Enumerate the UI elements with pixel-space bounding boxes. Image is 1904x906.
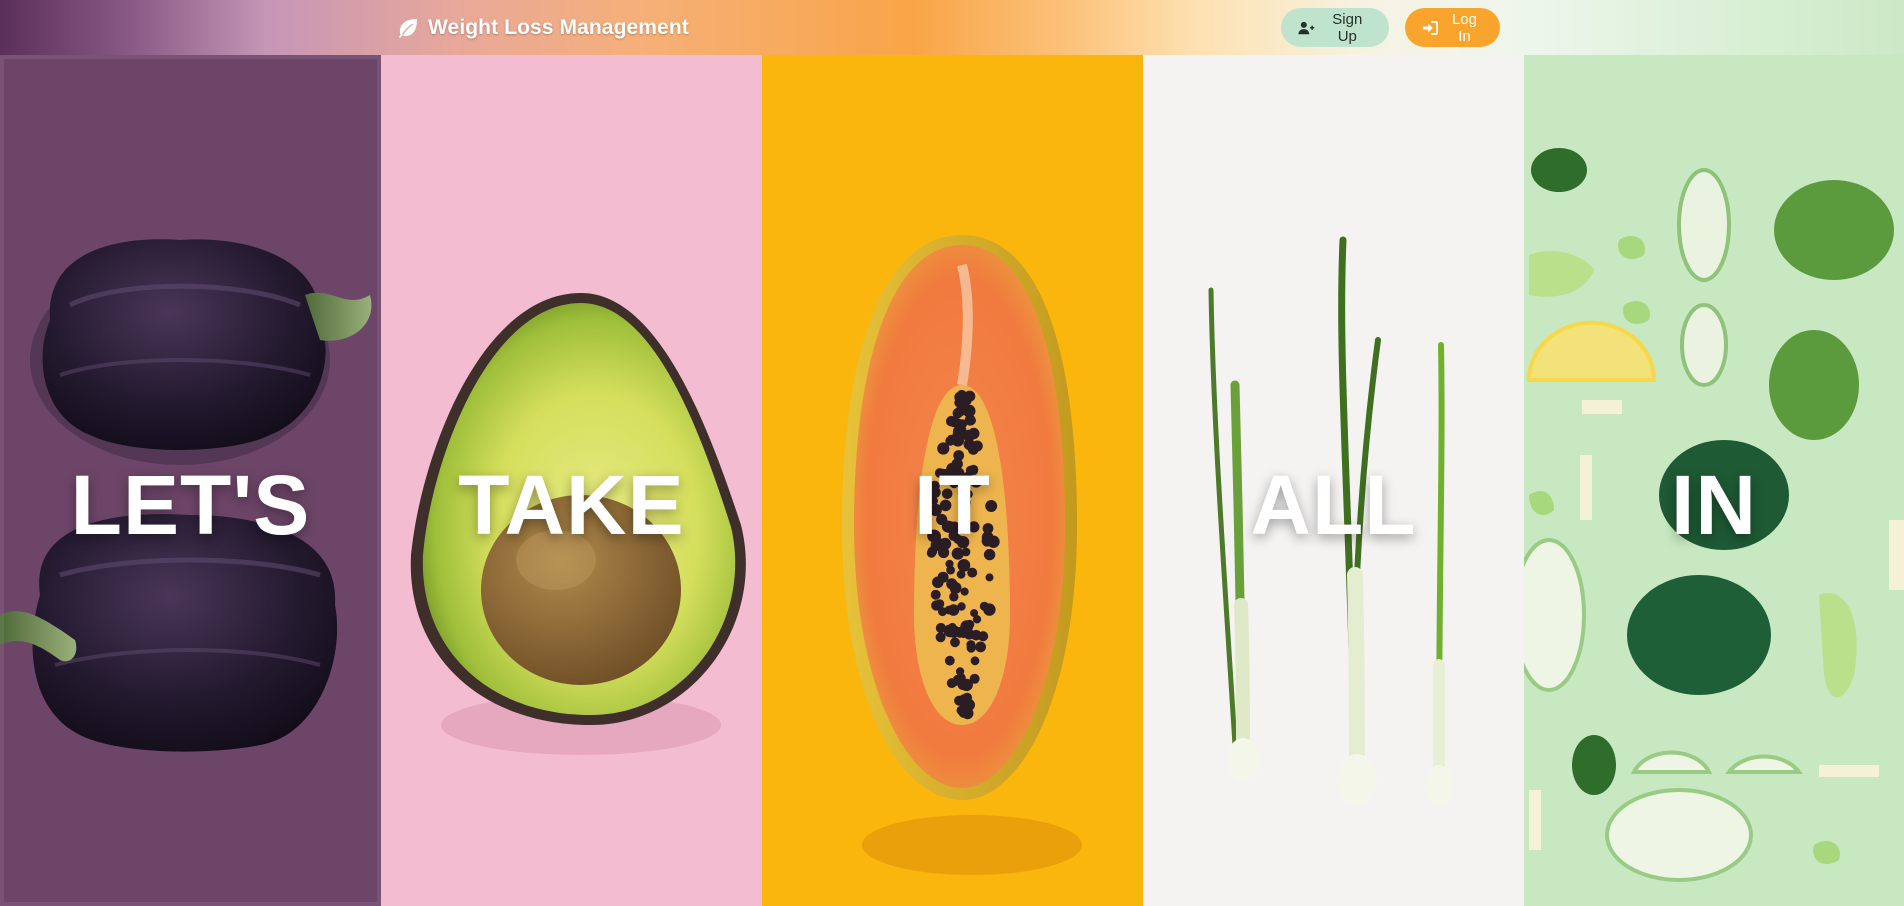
hero-panels: LET'S TAKE IT ALL IN <box>0 55 1904 906</box>
panel-in[interactable]: IN <box>1524 55 1904 906</box>
papaya-seed <box>952 548 964 560</box>
green-vegetables-image <box>1524 148 1904 882</box>
panel-all[interactable]: ALL <box>1143 55 1524 906</box>
papaya-seed <box>982 523 994 534</box>
papaya-seed <box>967 444 979 455</box>
papaya-seed <box>956 536 970 549</box>
papaya-seed <box>983 603 996 616</box>
papaya-seed <box>927 546 938 557</box>
papaya-seed <box>944 655 955 666</box>
signup-button[interactable]: Sign Up <box>1281 8 1389 47</box>
user-plus-icon <box>1298 21 1315 34</box>
papaya-seed <box>962 429 976 442</box>
papaya-seed <box>942 468 956 481</box>
papaya-seed <box>960 697 974 711</box>
papaya-seed <box>972 615 982 624</box>
papaya-seed <box>939 499 952 512</box>
papaya-seed <box>938 607 947 617</box>
papaya-seed <box>960 587 969 596</box>
papaya-seed <box>935 622 946 634</box>
papaya-seed <box>946 578 958 590</box>
papaya-seed <box>929 496 938 505</box>
papaya-seed <box>953 674 963 684</box>
papaya-seed <box>964 390 976 402</box>
papaya-seed <box>948 521 961 534</box>
spring-onion-image <box>1208 236 1453 806</box>
papaya-seed <box>970 656 980 666</box>
login-label: Log In <box>1451 10 1477 45</box>
papaya-seed <box>982 538 991 547</box>
avocado-image <box>410 293 746 755</box>
papaya-seed <box>957 419 968 429</box>
papaya-seed <box>948 622 957 632</box>
papaya-seed <box>941 488 953 500</box>
papaya-seed <box>929 480 940 491</box>
papaya-seed <box>958 627 969 639</box>
papaya-seed <box>945 436 955 446</box>
papaya-seed <box>985 500 998 512</box>
papaya-seed <box>964 489 973 499</box>
papaya-seed <box>949 592 959 602</box>
top-navbar: Weight Loss Management Sign Up Log In <box>0 0 1904 55</box>
papaya-image <box>842 235 1082 875</box>
papaya-seed <box>947 604 960 616</box>
leaf-icon <box>399 18 417 37</box>
papaya-seed <box>985 573 994 582</box>
sign-in-icon <box>1422 20 1438 35</box>
panel-take[interactable]: TAKE <box>381 55 762 906</box>
papaya-seed <box>937 571 949 583</box>
panel-it[interactable]: IT <box>762 55 1143 906</box>
login-button[interactable]: Log In <box>1405 8 1500 47</box>
papaya-seed <box>960 678 973 692</box>
papaya-seed <box>978 631 989 642</box>
papaya-seed <box>983 548 996 561</box>
papaya-seed <box>930 589 941 600</box>
papaya-seed <box>962 471 973 482</box>
papaya-seed <box>935 632 946 643</box>
panel-lets[interactable]: LET'S <box>0 55 381 906</box>
signup-label: Sign Up <box>1332 10 1363 45</box>
papaya-seed <box>952 408 963 419</box>
papaya-seed <box>975 641 986 653</box>
papaya-seed <box>968 521 980 533</box>
papaya-seed <box>957 559 971 572</box>
papaya-seed <box>966 415 976 426</box>
papaya-seed <box>939 537 952 550</box>
papaya-seed <box>950 637 960 648</box>
brand-link[interactable]: Weight Loss Management <box>396 0 689 55</box>
brand-title: Weight Loss Management <box>428 15 689 39</box>
papaya-seed <box>966 640 976 650</box>
papaya-seed <box>945 559 954 568</box>
papaya-seed <box>960 497 971 508</box>
panel-frame <box>0 55 381 906</box>
papaya-seed <box>955 667 965 676</box>
